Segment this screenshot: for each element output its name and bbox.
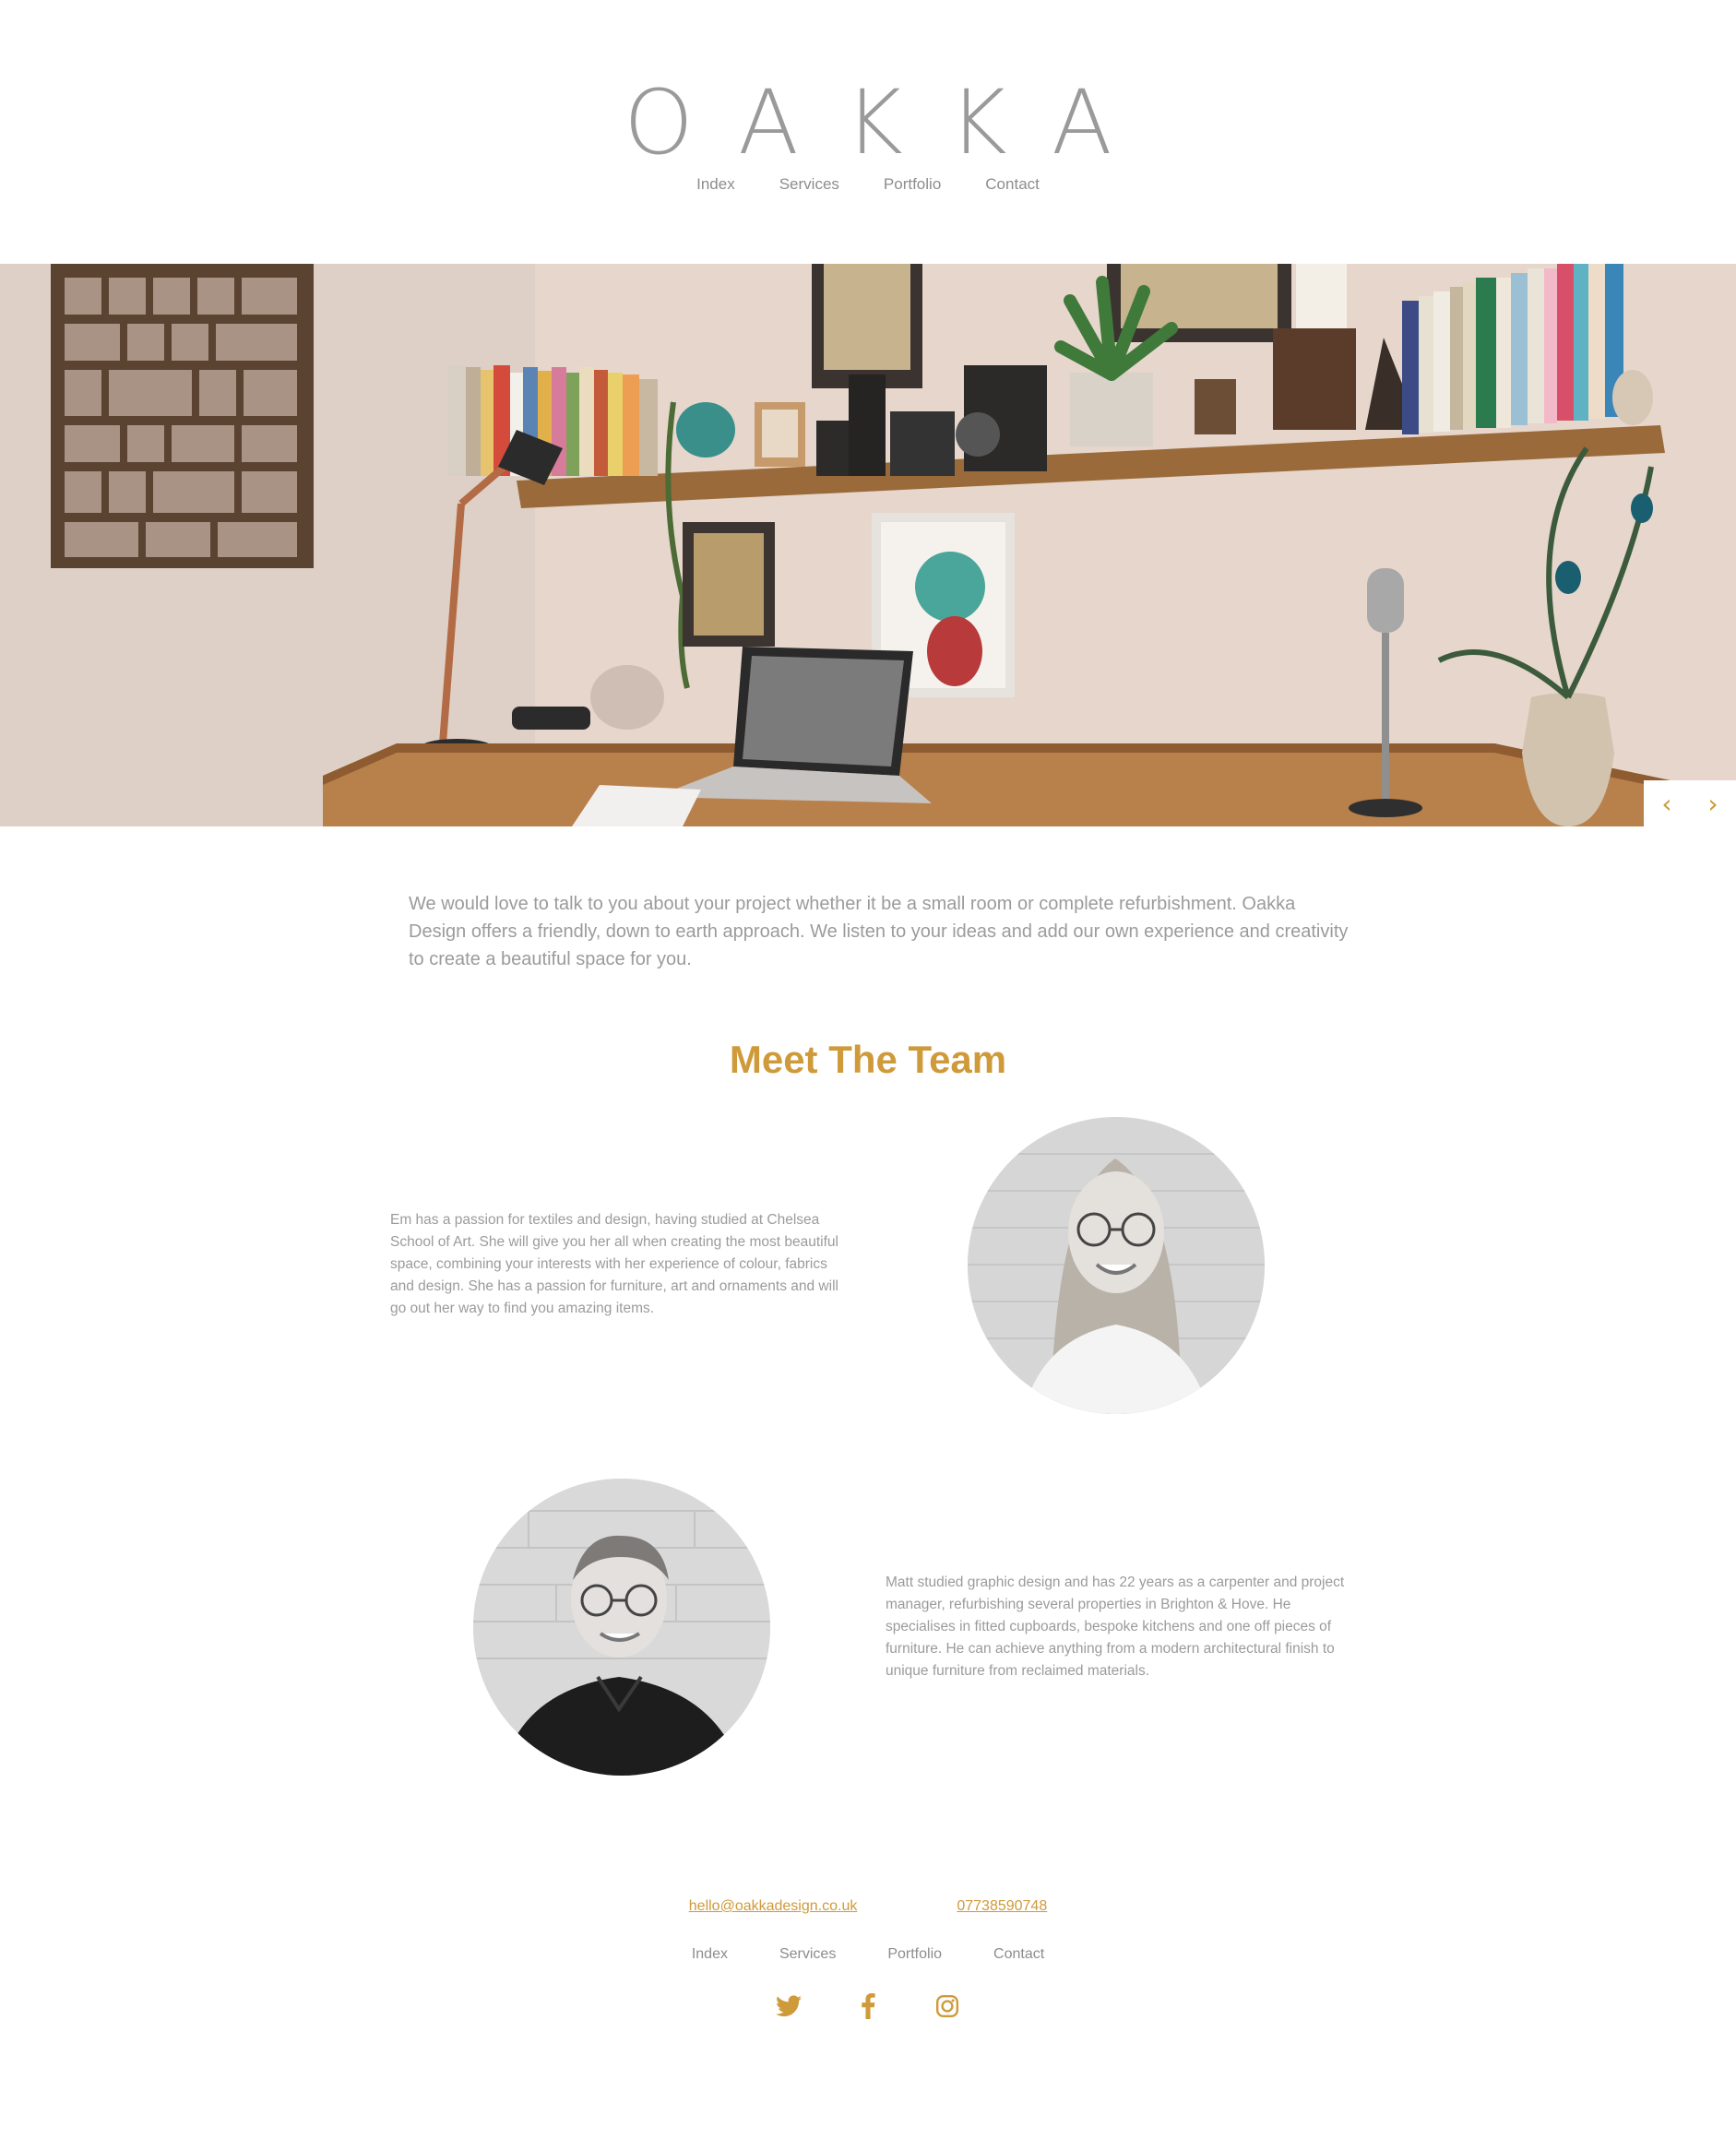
avatar-em xyxy=(968,1117,1265,1414)
hero-image xyxy=(0,264,1736,826)
intro-text: We would love to talk to you about your … xyxy=(409,894,1349,969)
instagram-icon[interactable] xyxy=(933,1992,961,2020)
team-bio-em: Em has a passion for textiles and design… xyxy=(390,1212,838,1316)
social-links xyxy=(0,1992,1736,2020)
chevron-right-icon[interactable]: › xyxy=(1690,780,1736,826)
nav-portfolio[interactable]: Portfolio xyxy=(884,175,941,194)
nav-contact[interactable]: Contact xyxy=(985,175,1040,194)
footer-nav: Index Services Portfolio Contact xyxy=(0,1946,1736,1963)
nav-services[interactable]: Services xyxy=(779,175,839,194)
slideshow-controls: ‹ › xyxy=(1644,780,1736,826)
phone-link[interactable]: 07738590748 xyxy=(957,1898,1047,1915)
footer-nav-contact[interactable]: Contact xyxy=(993,1946,1044,1963)
footer-contact: hello@oakkadesign.co.uk 07738590748 xyxy=(0,1898,1736,1915)
chevron-left-icon[interactable]: ‹ xyxy=(1644,780,1690,826)
team-bio-matt: Matt studied graphic design and has 22 y… xyxy=(886,1575,1345,1679)
facebook-icon[interactable] xyxy=(854,1992,882,2020)
hero-slideshow: ‹ › xyxy=(0,264,1736,826)
main-nav: Index Services Portfolio Contact xyxy=(0,175,1736,194)
footer-nav-services[interactable]: Services xyxy=(779,1946,836,1963)
site-logo[interactable]: OAKKA xyxy=(0,72,1736,173)
twitter-icon[interactable] xyxy=(775,1992,803,2020)
team-heading: Meet The Team xyxy=(729,1038,1007,1081)
footer-nav-index[interactable]: Index xyxy=(692,1946,728,1963)
avatar-matt xyxy=(473,1479,770,1776)
footer-nav-portfolio[interactable]: Portfolio xyxy=(887,1946,942,1963)
nav-index[interactable]: Index xyxy=(696,175,735,194)
site-header: OAKKA Index Services Portfolio Contact xyxy=(0,0,1736,263)
email-link[interactable]: hello@oakkadesign.co.uk xyxy=(689,1898,858,1915)
